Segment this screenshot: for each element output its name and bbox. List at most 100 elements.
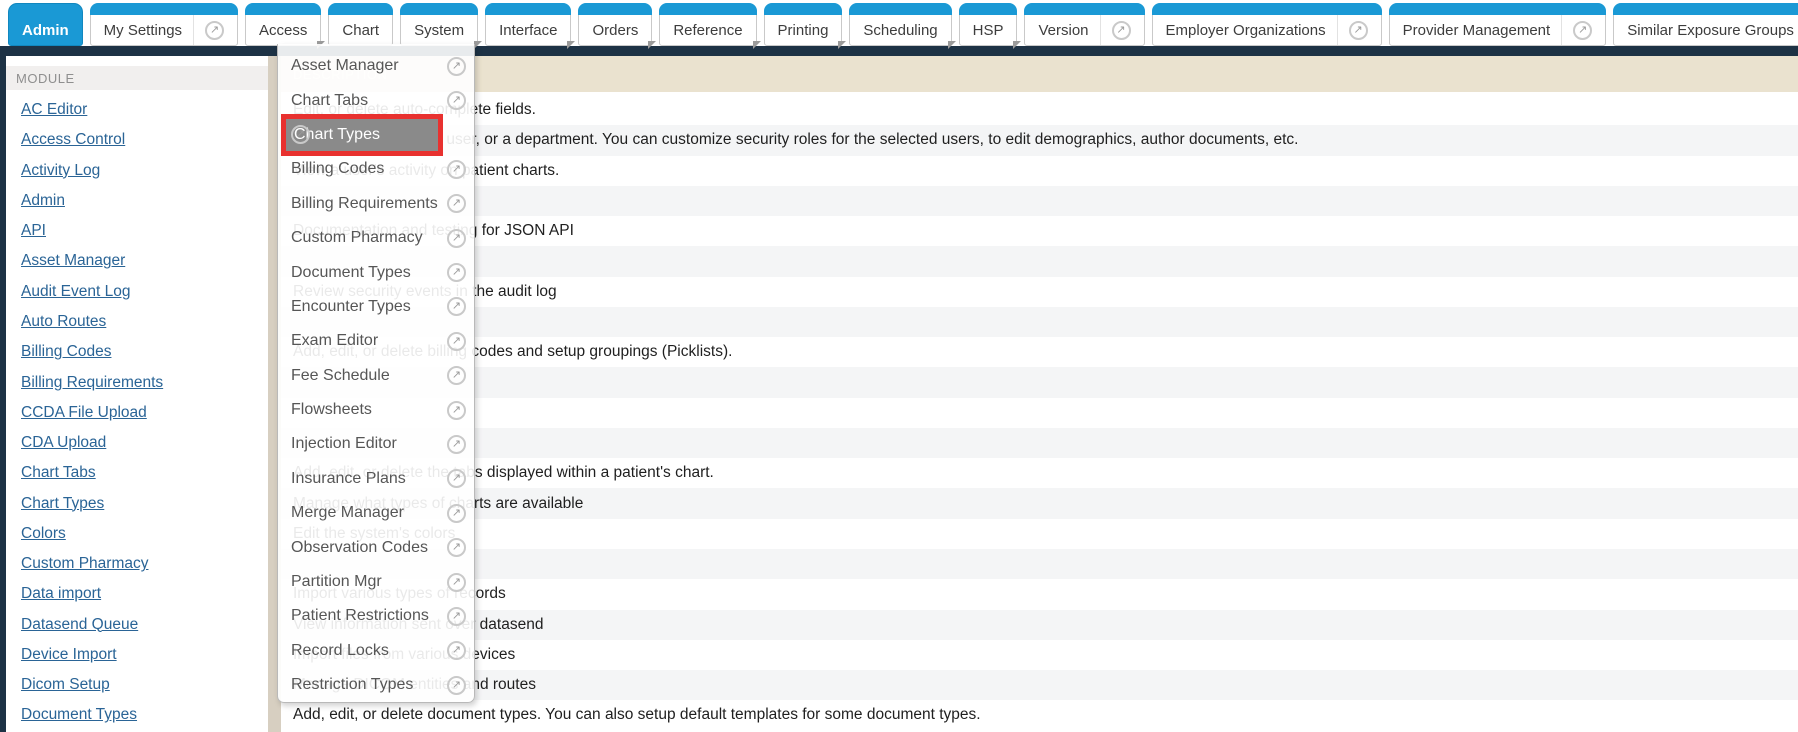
tab-7[interactable]: Reference ↗ — [659, 3, 756, 46]
sidebar-module-link-4[interactable]: API — [21, 222, 46, 240]
external-link-icon[interactable]: ↗ — [1349, 21, 1368, 40]
menu-item-label[interactable]: Custom Pharmacy — [291, 229, 447, 247]
menu-item-label[interactable]: Injection Editor — [291, 435, 447, 453]
tab-14[interactable]: Similar Exposure Groups (SEGs) ↗ — [1613, 3, 1798, 46]
sidebar-module-link-17[interactable]: Datasend Queue — [21, 616, 138, 634]
menu-item-label[interactable]: Merge Manager — [291, 504, 447, 522]
external-link-icon[interactable]: ↗ — [447, 504, 466, 523]
menu-item-label[interactable]: Restriction Types — [291, 676, 447, 694]
tab-0[interactable]: Admin ↗ — [8, 3, 83, 46]
tab-3[interactable]: Chart ↗ — [328, 3, 393, 46]
chart-menu-item-1[interactable]: Chart Tabs ↗ — [278, 83, 474, 117]
menu-item-label[interactable]: Insurance Plans — [291, 470, 447, 488]
external-link-icon[interactable]: ↗ — [447, 263, 466, 282]
chart-menu-item-13[interactable]: Merge Manager ↗ — [278, 496, 474, 530]
tab-9[interactable]: Scheduling ↗ — [849, 3, 951, 46]
tab-4[interactable]: System ↗ — [400, 3, 478, 46]
sidebar-module-link-9[interactable]: Billing Requirements — [21, 374, 163, 392]
sidebar-module-link-6[interactable]: Audit Event Log — [21, 283, 130, 301]
menu-item-label[interactable]: Patient Restrictions — [291, 607, 447, 625]
chart-menu-item-9[interactable]: Fee Schedule ↗ — [278, 359, 474, 393]
sidebar-module-link-10[interactable]: CCDA File Upload — [21, 404, 147, 422]
chart-menu-item-4[interactable]: Billing Requirements ↗ — [278, 187, 474, 221]
external-link-icon[interactable]: ↗ — [205, 21, 224, 40]
sidebar-module-link-11[interactable]: CDA Upload — [21, 434, 106, 452]
menu-item-label[interactable]: Billing Codes — [291, 160, 447, 178]
tab-13[interactable]: Provider Management ↗ — [1389, 3, 1607, 46]
chart-menu-item-10[interactable]: Flowsheets ↗ — [278, 393, 474, 427]
chart-menu-item-0[interactable]: Asset Manager ↗ — [278, 49, 474, 83]
chart-menu-item-14[interactable]: Observation Codes ↗ — [278, 530, 474, 564]
chart-menu-item-17[interactable]: Record Locks ↗ — [278, 634, 474, 668]
chart-menu-item-11[interactable]: Injection Editor ↗ — [278, 427, 474, 461]
external-link-icon[interactable]: ↗ — [447, 194, 466, 213]
chart-menu-item-3[interactable]: Billing Codes ↗ — [278, 152, 474, 186]
menu-item-label[interactable]: Observation Codes — [291, 539, 447, 557]
menu-item-label[interactable]: Document Types — [291, 264, 447, 282]
external-link-icon[interactable]: ↗ — [447, 332, 466, 351]
external-link-slot[interactable]: ↗ — [193, 15, 224, 45]
chart-menu-item-5[interactable]: Custom Pharmacy ↗ — [278, 221, 474, 255]
menu-item-label[interactable]: Fee Schedule — [291, 367, 447, 385]
sidebar-module-link-13[interactable]: Chart Types — [21, 495, 104, 513]
external-link-slot[interactable]: ↗ — [1561, 15, 1592, 45]
external-link-icon[interactable]: ↗ — [447, 297, 466, 316]
sidebar-module-link-3[interactable]: Admin — [21, 192, 65, 210]
menu-item-label[interactable]: Record Locks — [291, 642, 447, 660]
sidebar-module-link-0[interactable]: AC Editor — [21, 101, 87, 119]
tab-5[interactable]: Interface ↗ — [485, 3, 571, 46]
chart-menu-item-6[interactable]: Document Types ↗ — [278, 255, 474, 289]
chart-menu-item-18[interactable]: Restriction Types ↗ — [278, 668, 474, 702]
external-link-icon[interactable]: ↗ — [447, 573, 466, 592]
tab-10[interactable]: HSP ↗ — [959, 3, 1018, 46]
sidebar-module-link-14[interactable]: Colors — [21, 525, 66, 543]
chart-menu-item-15[interactable]: Partition Mgr ↗ — [278, 565, 474, 599]
chart-menu-item-16[interactable]: Patient Restrictions ↗ — [278, 599, 474, 633]
tab-12[interactable]: Employer Organizations ↗ — [1152, 3, 1382, 46]
external-link-icon[interactable]: ↗ — [447, 91, 466, 110]
sidebar-module-link-18[interactable]: Device Import — [21, 646, 117, 664]
chart-menu-item-2[interactable]: Chart Types ↗ — [278, 118, 474, 152]
tab-6[interactable]: Orders ↗ — [578, 3, 652, 46]
external-link-icon[interactable]: ↗ — [447, 676, 466, 695]
sidebar-module-link-5[interactable]: Asset Manager — [21, 252, 125, 270]
external-link-icon[interactable]: ↗ — [1573, 21, 1592, 40]
external-link-icon[interactable]: ↗ — [447, 435, 466, 454]
menu-item-label[interactable]: Chart Tabs — [291, 92, 447, 110]
sidebar-module-link-12[interactable]: Chart Tabs — [21, 464, 96, 482]
external-link-icon[interactable]: ↗ — [447, 366, 466, 385]
sidebar-module-link-20[interactable]: Document Types — [21, 706, 137, 724]
tab-2[interactable]: Access ↗ — [245, 3, 321, 46]
sidebar-module-link-2[interactable]: Activity Log — [21, 162, 100, 180]
sidebar-module-link-1[interactable]: Access Control — [21, 131, 125, 149]
sidebar-module-link-16[interactable]: Data import — [21, 585, 101, 603]
menu-item-label[interactable]: Asset Manager — [291, 57, 447, 75]
external-link-icon[interactable]: ↗ — [447, 469, 466, 488]
external-link-icon[interactable]: ↗ — [447, 57, 466, 76]
external-link-slot[interactable]: ↗ — [1337, 15, 1368, 45]
chart-menu-item-12[interactable]: Insurance Plans ↗ — [278, 462, 474, 496]
external-link-icon[interactable]: ↗ — [447, 538, 466, 557]
menu-item-label[interactable]: Billing Requirements — [291, 195, 447, 213]
external-link-icon[interactable]: ↗ — [447, 607, 466, 626]
external-link-icon[interactable]: ↗ — [447, 229, 466, 248]
sidebar-module-link-15[interactable]: Custom Pharmacy — [21, 555, 148, 573]
chart-menu-item-8[interactable]: Exam Editor ↗ — [278, 324, 474, 358]
menu-item-label[interactable]: Exam Editor — [291, 332, 447, 350]
tab-1[interactable]: My Settings ↗ — [90, 3, 238, 46]
sidebar-module-link-7[interactable]: Auto Routes — [21, 313, 106, 331]
external-link-slot[interactable]: ↗ — [1100, 15, 1131, 45]
sidebar-item-5: Asset Manager — [6, 246, 268, 276]
tab-11[interactable]: Version ↗ — [1024, 3, 1144, 46]
menu-item-label[interactable]: Encounter Types — [291, 298, 447, 316]
external-link-icon[interactable]: ↗ — [447, 160, 466, 179]
menu-item-label[interactable]: Partition Mgr — [291, 573, 447, 591]
tab-8[interactable]: Printing ↗ — [764, 3, 843, 46]
menu-item-label[interactable]: Flowsheets — [291, 401, 447, 419]
sidebar-module-link-19[interactable]: Dicom Setup — [21, 676, 110, 694]
external-link-icon[interactable]: ↗ — [1112, 21, 1131, 40]
external-link-icon[interactable]: ↗ — [447, 401, 466, 420]
external-link-icon[interactable]: ↗ — [447, 641, 466, 660]
chart-menu-item-7[interactable]: Encounter Types ↗ — [278, 290, 474, 324]
sidebar-module-link-8[interactable]: Billing Codes — [21, 343, 111, 361]
